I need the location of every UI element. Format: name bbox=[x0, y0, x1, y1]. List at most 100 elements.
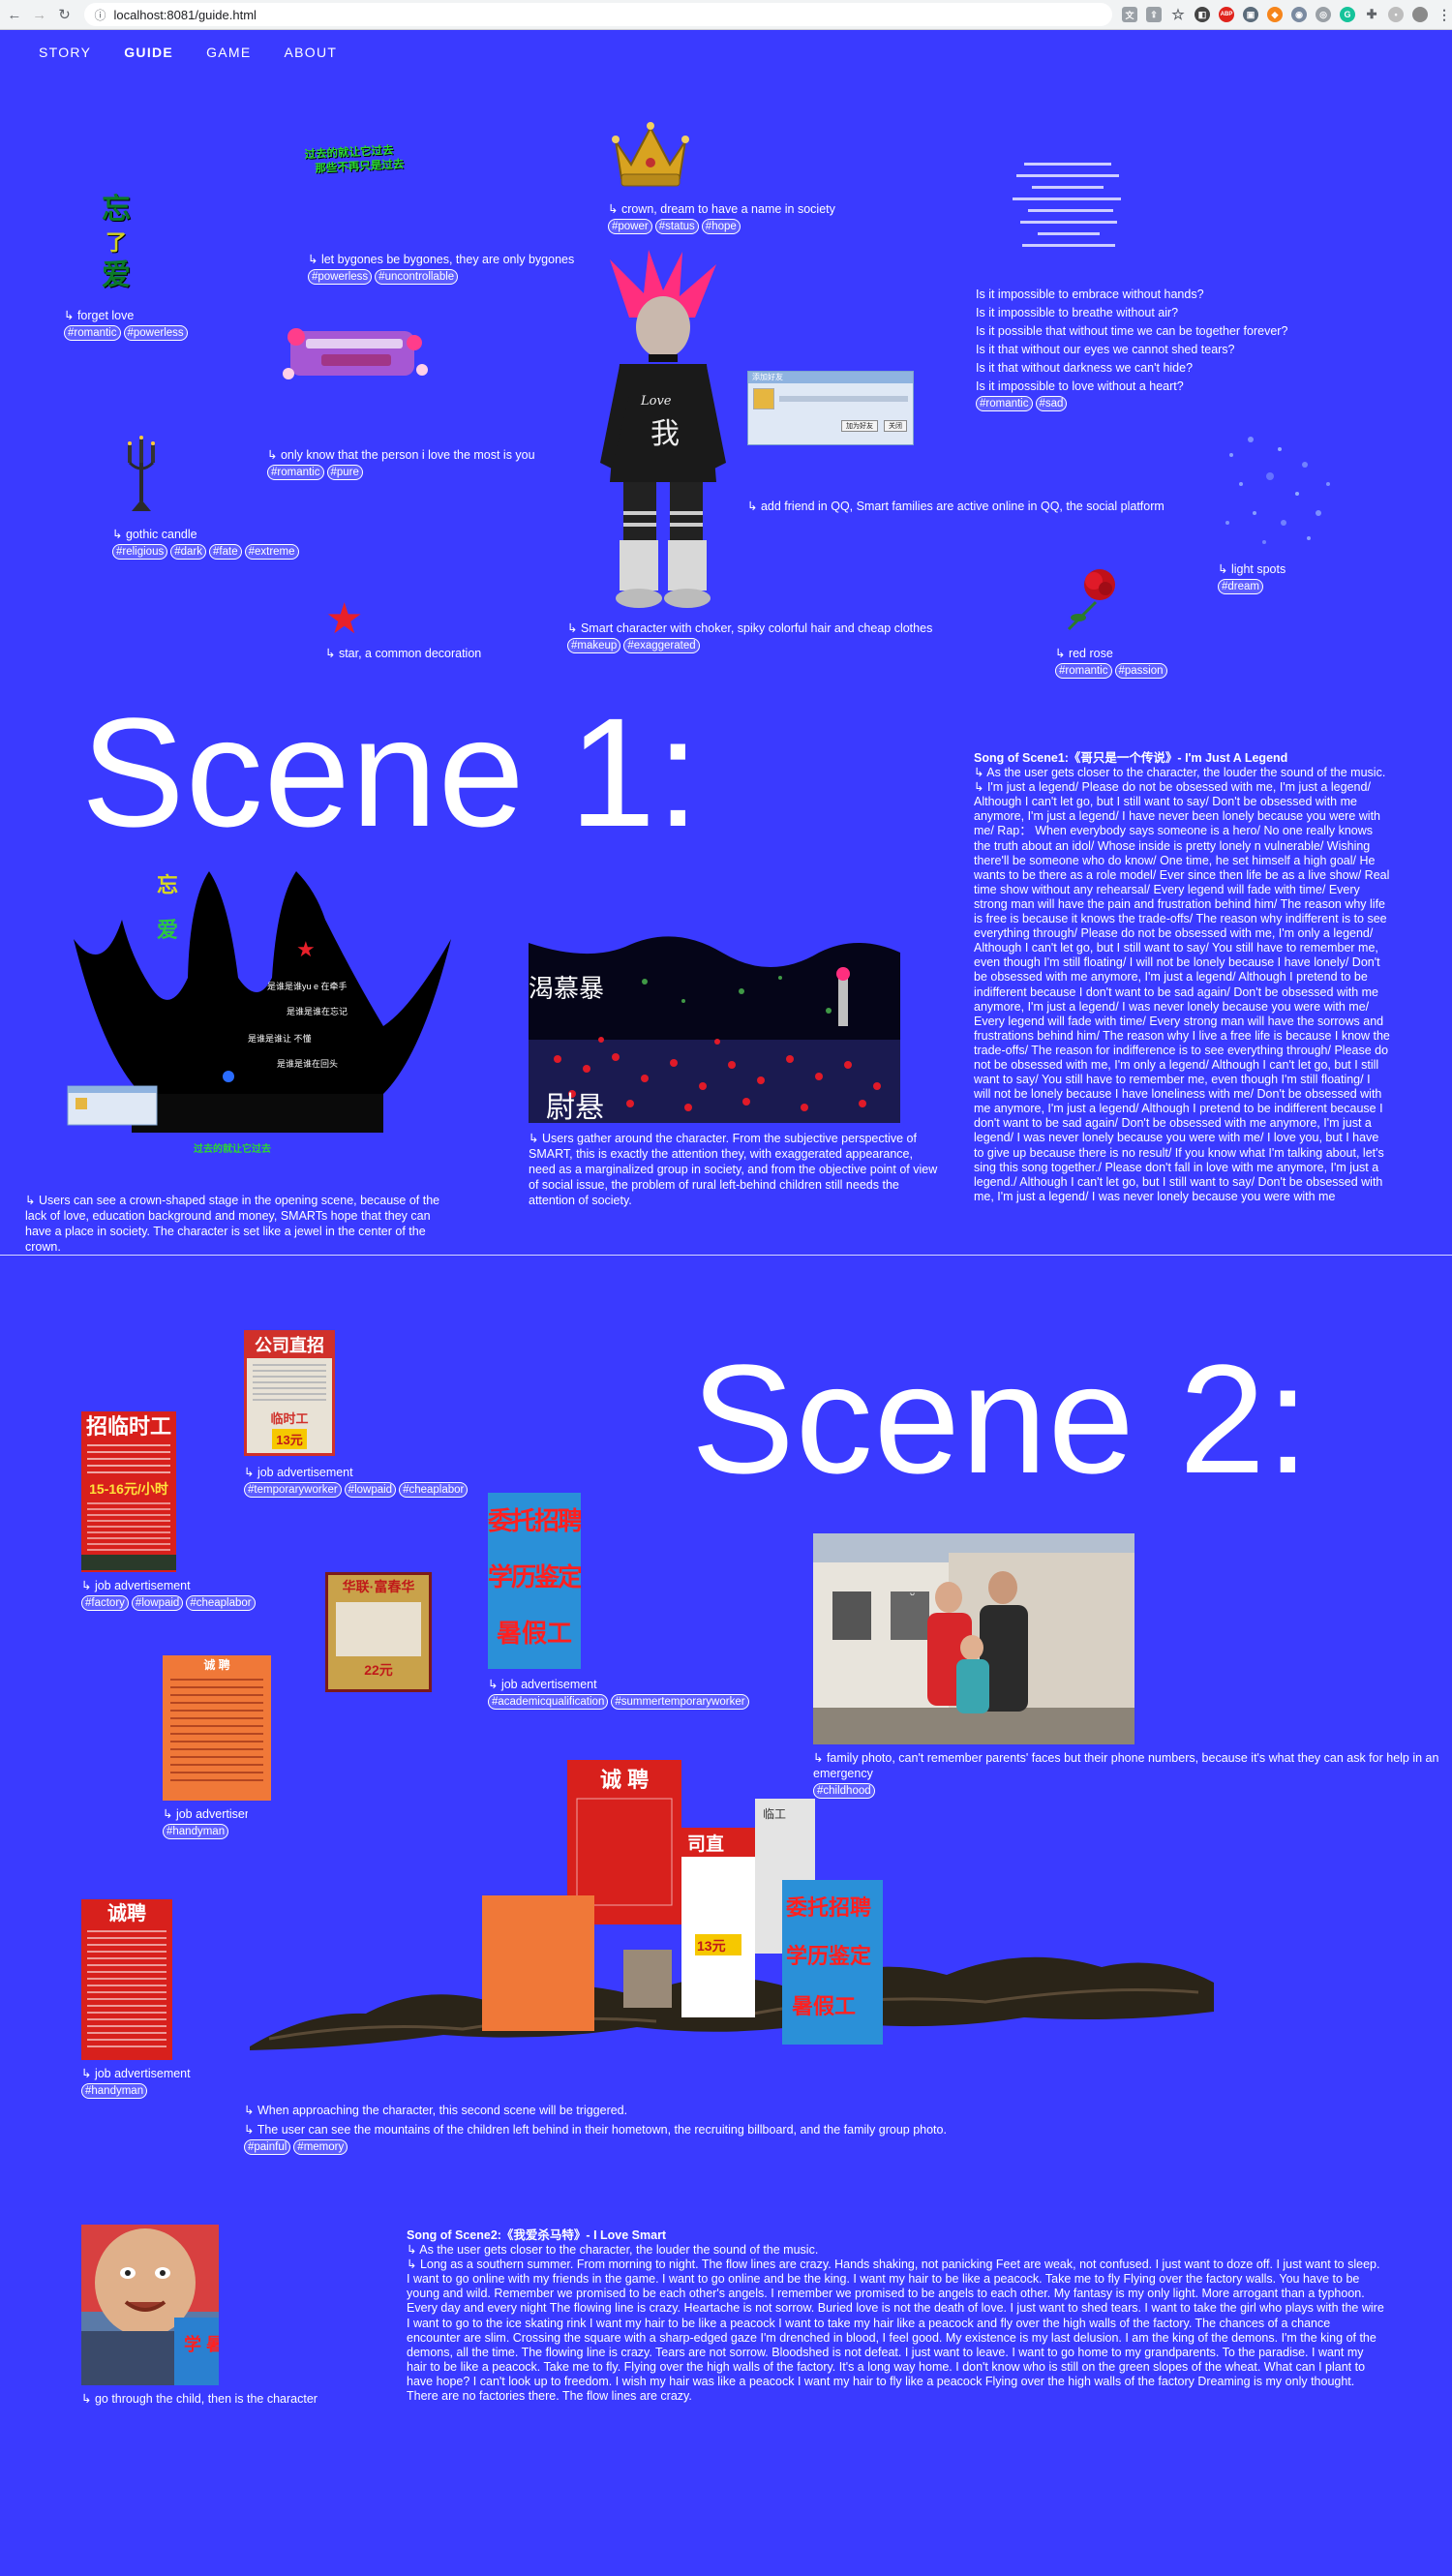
tag[interactable]: #romantic bbox=[267, 465, 324, 480]
scene1-stage-caption: ↳ Users can see a crown-shaped stage in … bbox=[25, 1193, 441, 1255]
job-poster-6: 华联·富春华 22元 bbox=[325, 1572, 432, 1692]
share-icon[interactable]: ⇪ bbox=[1146, 7, 1163, 22]
scene2-mountain-image: 诚 聘 司直 13元 临工 委托招聘 学历鉴定 暑假工 bbox=[250, 1760, 1214, 2050]
grammarly-icon[interactable]: G bbox=[1340, 7, 1356, 22]
tag[interactable]: #dark bbox=[170, 544, 207, 560]
address-bar[interactable]: ⓘ localhost:8081/guide.html bbox=[84, 3, 1113, 26]
tag[interactable]: #powerless bbox=[308, 269, 373, 285]
tag-list: #handyman bbox=[81, 2083, 191, 2099]
tag[interactable]: #temporaryworker bbox=[244, 1482, 342, 1498]
child-character-image: 学 暑 bbox=[81, 2225, 219, 2385]
extension-icon[interactable]: ▣ bbox=[1243, 7, 1259, 22]
item-star: ↳ star, a common decoration bbox=[325, 646, 481, 661]
tag[interactable]: #hope bbox=[701, 219, 741, 234]
tag[interactable]: #pure bbox=[326, 465, 363, 480]
tag[interactable]: #sad bbox=[1035, 396, 1068, 411]
extensions-puzzle-icon[interactable]: ✚ bbox=[1364, 7, 1379, 22]
tag[interactable]: #romantic bbox=[976, 396, 1033, 411]
tag[interactable]: #exaggerated bbox=[623, 638, 700, 653]
tag[interactable]: #religious bbox=[112, 544, 168, 560]
abp-icon[interactable]: ABP bbox=[1219, 7, 1235, 22]
avatar[interactable] bbox=[1412, 7, 1429, 22]
rose-graphic bbox=[1067, 569, 1115, 631]
item-forget-love: ↳ forget love #romantic #powerless bbox=[64, 308, 188, 341]
tag[interactable]: #academicqualification bbox=[488, 1694, 609, 1710]
reload-icon[interactable]: ↻ bbox=[54, 4, 76, 25]
tag[interactable]: #cheaplabor bbox=[186, 1595, 256, 1611]
tag[interactable]: #handyman bbox=[163, 1824, 229, 1839]
translate-icon[interactable]: 文 bbox=[1122, 7, 1138, 22]
nav-guide[interactable]: GUIDE bbox=[124, 45, 173, 60]
billboard-text: 司直 bbox=[687, 1833, 724, 1855]
bookmark-star-icon[interactable]: ☆ bbox=[1170, 7, 1186, 23]
tag-list: #power #status #hope bbox=[608, 219, 835, 234]
tag[interactable]: #dream bbox=[1218, 579, 1263, 594]
qq-window: 添加好友 加为好友 关闭 bbox=[747, 371, 914, 445]
tag[interactable]: #makeup bbox=[567, 638, 621, 653]
tag[interactable]: #status bbox=[654, 219, 699, 234]
tag[interactable]: #cheaplabor bbox=[399, 1482, 469, 1498]
job-poster-5: 诚聘 bbox=[81, 1899, 172, 2060]
tag[interactable]: #memory bbox=[293, 2139, 348, 2155]
tag[interactable]: #uncontrollable bbox=[375, 269, 459, 285]
extension-icon[interactable]: ◎ bbox=[1316, 7, 1332, 22]
tag-list: #temporaryworker #lowpaid #cheaplabor bbox=[244, 1482, 469, 1498]
tag[interactable]: #painful bbox=[244, 2139, 291, 2155]
tag-list: #romantic #passion bbox=[1055, 663, 1167, 679]
caption: ↳ crown, dream to have a name in society bbox=[608, 202, 835, 216]
tag[interactable]: #fate bbox=[209, 544, 242, 560]
caption: ↳ add friend in QQ, Smart families are a… bbox=[747, 500, 1165, 513]
extension-icon[interactable]: ◉ bbox=[1291, 7, 1308, 22]
tag[interactable]: #passion bbox=[1114, 663, 1167, 679]
caption: ↳ job advertisement bbox=[163, 1807, 248, 1821]
poem-line: Is it that without our eyes we cannot sh… bbox=[976, 343, 1235, 356]
tag[interactable]: #power bbox=[608, 219, 652, 234]
menu-icon[interactable]: • bbox=[1388, 7, 1405, 22]
svg-text:ᴗ: ᴗ bbox=[910, 1588, 915, 1597]
child-graphic: 学 暑 bbox=[81, 2225, 219, 2385]
extension-puzzle-icon[interactable]: ◧ bbox=[1195, 7, 1211, 22]
tag[interactable]: #powerless bbox=[123, 325, 188, 341]
back-icon[interactable]: ← bbox=[4, 4, 25, 25]
metamask-icon[interactable]: ◆ bbox=[1267, 7, 1284, 22]
caption: ↳ gothic candle bbox=[112, 528, 197, 541]
tag-list: #dream bbox=[1218, 579, 1286, 594]
section-divider bbox=[0, 1255, 1452, 1256]
song-intro: ↳ As the user gets closer to the charact… bbox=[407, 2243, 819, 2258]
stage-forget-text: 忘 bbox=[157, 873, 178, 897]
billboard-text: 委托招聘 bbox=[786, 1895, 871, 1920]
tag[interactable]: #extreme bbox=[244, 544, 299, 560]
song-title: Song of Scene1:《哥只是一个传说》- I'm Just A Leg… bbox=[974, 751, 1288, 765]
caption: ↳ let bygones be bygones, they are only … bbox=[308, 253, 575, 266]
caption: ↳ Users can see a crown-shaped stage in … bbox=[25, 1194, 440, 1254]
tag[interactable]: #summertemporaryworker bbox=[611, 1694, 749, 1710]
scene1-stage-image: 忘 爱 ★ 是谁是谁yu e 在牵手 是谁是谁在忘记 是谁是谁让 不懂 是谁是谁… bbox=[64, 862, 451, 1162]
light-spots-graphic bbox=[1225, 437, 1330, 544]
forward-icon[interactable]: → bbox=[29, 4, 50, 25]
nav-about[interactable]: ABOUT bbox=[285, 45, 338, 60]
caption: ↳ The user can see the mountains of the … bbox=[244, 2123, 947, 2137]
site-info-icon[interactable]: ⓘ bbox=[94, 7, 106, 23]
tag[interactable]: #lowpaid bbox=[344, 1482, 397, 1498]
scene1-song: Song of Scene1:《哥只是一个传说》- I'm Just A Leg… bbox=[974, 751, 1390, 1204]
item-job3: ↳ job advertisement #academicqualificati… bbox=[488, 1677, 749, 1710]
nav-story[interactable]: STORY bbox=[39, 45, 91, 60]
item-love-text: ↳ only know that the person i love the m… bbox=[267, 447, 535, 480]
nav-game[interactable]: GAME bbox=[206, 45, 251, 60]
tag[interactable]: #handyman bbox=[81, 2083, 148, 2099]
tag[interactable]: #romantic bbox=[64, 325, 121, 341]
billboard-text: 诚 聘 bbox=[600, 1768, 649, 1792]
more-menu-icon[interactable]: ⋮ bbox=[1437, 7, 1452, 22]
tag[interactable]: #lowpaid bbox=[131, 1595, 184, 1611]
billboard-text: 13元 bbox=[697, 1938, 726, 1954]
billboard-text: 暑假工 bbox=[792, 1994, 856, 2018]
stage-bygones-text: 过去的就让它过去 bbox=[194, 1142, 271, 1155]
tag[interactable]: #romantic bbox=[1055, 663, 1112, 679]
love-sticker-graphic bbox=[283, 328, 428, 379]
caption: ↳ When approaching the character, this s… bbox=[244, 2104, 628, 2117]
tag-list: #powerless #uncontrollable bbox=[308, 269, 574, 285]
billboard-text: 临工 bbox=[763, 1807, 786, 1821]
tag-list: #painful #memory bbox=[244, 2139, 947, 2155]
tag[interactable]: #factory bbox=[81, 1595, 129, 1611]
song-lyrics: ↳ Long as a southern summer. From mornin… bbox=[407, 2258, 1384, 2404]
